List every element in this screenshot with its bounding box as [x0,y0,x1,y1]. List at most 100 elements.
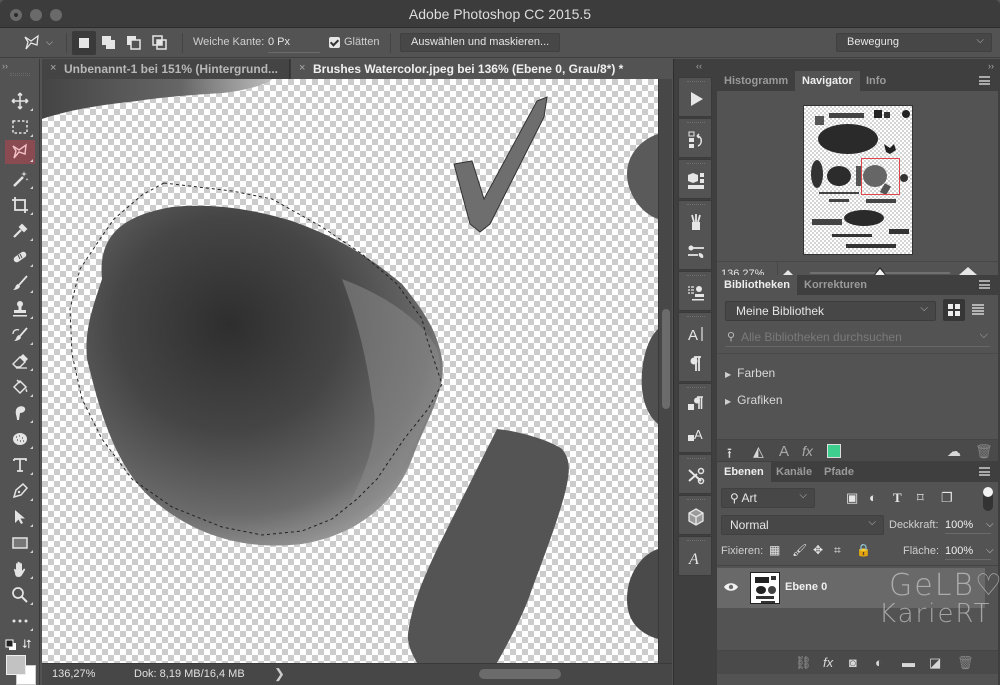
new-selection-button[interactable] [72,31,96,55]
pen-tool[interactable] [5,479,35,503]
lock-artboard-icon[interactable]: ⌗ [834,543,841,558]
eraser-tool[interactable] [5,349,35,373]
feather-input[interactable]: 0 Px [268,33,320,53]
list-view-button[interactable] [967,299,989,321]
add-mask-icon[interactable]: ◙ [849,655,857,670]
tool-preset-picker[interactable] [22,33,44,53]
lock-all-icon[interactable]: 🔒 [856,543,871,557]
document-tab-active[interactable]: × Brushes Watercolor.jpeg bei 136% (Eben… [291,59,673,79]
subtract-from-selection-button[interactable] [122,31,146,55]
chevron-down-icon[interactable]: ⌵ [980,329,988,342]
crop-tool[interactable] [5,193,35,217]
character-styles-panel-button[interactable]: A [683,422,709,448]
navigator-preview[interactable] [803,105,913,255]
3d-materials-panel-button[interactable] [683,168,709,194]
hand-tool[interactable] [5,557,35,581]
tab-ebenen[interactable]: Ebenen [717,462,771,482]
library-section-farben[interactable]: ▶ Farben [725,366,775,380]
library-search[interactable]: ⚲ Alle Bibliotheken durchsuchen ⌵ [725,327,990,347]
close-tab-icon[interactable]: × [50,62,56,74]
panel-menu-icon[interactable] [979,76,990,85]
tab-navigator[interactable]: Navigator [795,71,860,91]
clone-stamp-tool[interactable] [5,297,35,321]
new-layer-icon[interactable]: ◪ [929,655,941,671]
rectangular-marquee-tool[interactable] [5,115,35,139]
visibility-eye-icon[interactable] [723,581,739,593]
intersect-selection-button[interactable] [148,31,172,55]
filter-smart-object-icon[interactable]: ❐ [941,490,953,506]
new-adjustment-layer-icon[interactable]: ◐ [875,655,883,670]
link-layers-icon[interactable]: ⛓ [795,655,812,671]
rectangle-tool[interactable] [5,531,35,555]
workspace-select[interactable]: Bewegung ⌵ [836,33,992,52]
blend-mode-select[interactable]: Normal ⌵ [721,515,884,535]
3d-panel-button[interactable] [683,504,709,530]
eyedropper-tool[interactable] [5,219,35,243]
grid-view-button[interactable] [943,299,965,321]
tab-pfade[interactable]: Pfade [817,462,861,482]
library-select[interactable]: Meine Bibliothek ⌵ [725,301,936,321]
tab-kanaele[interactable]: Kanäle [769,462,819,482]
panel-menu-icon[interactable] [979,280,990,289]
history-brush-tool[interactable] [5,323,35,347]
add-text-style-icon[interactable]: A [779,443,789,460]
filter-pixel-icon[interactable]: ▣ [846,490,858,506]
add-layer-style-icon[interactable]: fx [823,655,833,670]
trash-icon[interactable]: 🗑 [975,443,993,460]
status-menu-arrow[interactable]: ❯ [274,666,285,682]
library-section-grafiken[interactable]: ▶ Grafiken [725,393,783,407]
antialias-checkbox[interactable] [329,37,340,48]
horizontal-scroll-thumb[interactable] [479,669,561,679]
character-panel-button[interactable]: A [683,321,709,347]
document-canvas[interactable] [42,79,658,663]
add-to-selection-button[interactable] [97,31,121,55]
filter-type-icon[interactable]: T [893,490,902,506]
type-tool[interactable] [5,453,35,477]
brush-tool[interactable] [5,271,35,295]
new-group-icon[interactable]: ▬ [902,655,915,670]
fill-input[interactable]: 100% [945,545,991,560]
path-selection-tool[interactable] [5,505,35,529]
paragraph-panel-button[interactable] [683,351,709,377]
delete-layer-icon[interactable]: 🗑 [957,655,974,671]
add-content-icon[interactable]: ◭ [753,443,764,460]
paragraph-styles-panel-button[interactable] [683,392,709,418]
vertical-scrollbar[interactable] [658,79,672,663]
filter-toggle[interactable] [983,487,993,511]
add-layer-style-icon[interactable]: fx [802,443,813,459]
lock-transparent-pixels-icon[interactable]: ▦ [769,543,780,557]
history-panel-button[interactable] [683,127,709,153]
tab-histogramm[interactable]: Histogramm [717,71,795,91]
actions-panel-button[interactable] [683,86,709,112]
filter-shape-icon[interactable]: ⌑ [917,490,924,506]
toolbar-grip[interactable] [10,73,30,76]
tool-presets-panel-button[interactable] [683,463,709,489]
document-tab[interactable]: × Unbenannt-1 bei 151% (Hintergrund... [42,59,290,79]
brush-presets-panel-button[interactable] [683,209,709,235]
select-and-mask-button[interactable]: Auswählen und maskieren... [400,33,561,52]
vertical-scroll-thumb[interactable] [662,309,670,409]
magic-wand-tool[interactable] [5,167,35,191]
sponge-tool[interactable] [5,427,35,451]
collapse-dock-icon[interactable]: ‹‹ [696,61,702,71]
status-zoom[interactable]: 136,27% [52,668,95,680]
zoom-in-icon[interactable] [959,267,977,275]
creative-cloud-icon[interactable]: ☁ [947,443,961,460]
glyphs-panel-button[interactable]: A [683,545,709,571]
chevron-down-icon[interactable]: ⌵ [986,519,994,530]
tab-info[interactable]: Info [859,71,893,91]
chevron-down-icon[interactable]: ⌵ [986,545,994,556]
polygonal-lasso-tool[interactable] [5,140,35,164]
healing-brush-tool[interactable] [5,245,35,269]
lock-position-icon[interactable]: ✥ [813,543,823,557]
brush-settings-panel-button[interactable] [683,239,709,265]
paint-bucket-tool[interactable] [5,375,35,399]
zoom-tool[interactable] [5,583,35,607]
tab-bibliotheken[interactable]: Bibliotheken [717,275,798,295]
move-tool[interactable] [5,89,35,113]
default-colors-icon[interactable] [5,639,17,651]
smudge-tool[interactable] [5,401,35,425]
opacity-input[interactable]: 100% [945,519,991,534]
add-color-swatch[interactable] [827,444,841,458]
close-tab-icon[interactable]: × [299,62,305,74]
